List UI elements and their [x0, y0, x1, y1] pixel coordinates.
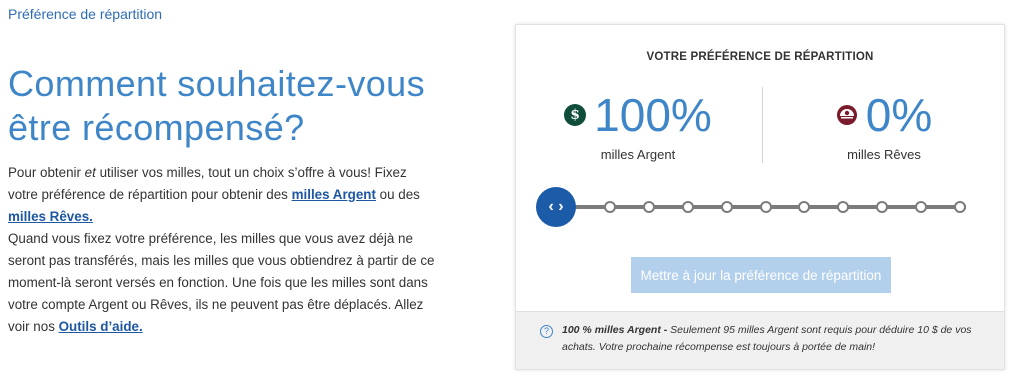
reves-column: 0% milles Rêves — [762, 87, 1006, 162]
allocation-slider[interactable]: ‹ › — [536, 187, 976, 227]
intro-paragraph-2: Quand vous fixez votre préférence, les m… — [8, 231, 435, 334]
page-title: Comment souhaitez-vous être récompensé? — [8, 63, 425, 148]
intro-text: Pour obtenir et utiliser vos milles, tou… — [8, 162, 438, 338]
dollar-coin-icon: $ — [564, 104, 587, 126]
slider-step-8[interactable] — [876, 201, 889, 213]
argent-column: $ 100% milles Argent — [516, 87, 760, 162]
link-outils-aide[interactable]: Outils d’aide. — [59, 319, 143, 334]
slider-step-6[interactable] — [798, 201, 811, 213]
slider-step-2[interactable] — [642, 201, 655, 213]
card-footer: ? 100 % milles Argent - Seulement 95 mil… — [516, 311, 1004, 369]
slider-step-3[interactable] — [681, 201, 694, 213]
link-milles-argent[interactable]: milles Argent — [292, 187, 376, 202]
help-circle-icon[interactable]: ? — [540, 325, 553, 338]
slider-handle[interactable]: ‹ › — [536, 187, 576, 227]
update-preference-button[interactable]: Mettre à jour la préférence de répartiti… — [631, 257, 891, 293]
argent-percent: 100% — [594, 89, 712, 141]
intro-emphasis: et — [84, 165, 96, 180]
breadcrumb[interactable]: Préférence de répartition — [8, 6, 162, 22]
preference-card: VOTRE PRÉFÉRENCE DE RÉPARTITION $ 100% m… — [515, 24, 1005, 370]
intro-paragraph-1: Pour obtenir et utiliser vos milles, tou… — [8, 165, 420, 224]
slider-step-7[interactable] — [837, 201, 850, 213]
argent-label: milles Argent — [600, 147, 676, 162]
footer-highlight: 100 % milles Argent - — [562, 324, 671, 336]
card-title: VOTRE PRÉFÉRENCE DE RÉPARTITION — [646, 51, 874, 63]
slider-step-4[interactable] — [720, 201, 733, 213]
slider-step-10[interactable] — [954, 201, 966, 213]
slider-step-9[interactable] — [915, 201, 928, 213]
reves-label: milles Rêves — [847, 147, 921, 162]
link-milles-reves[interactable]: milles Rêves. — [8, 209, 93, 224]
slider-step-1[interactable] — [604, 201, 616, 213]
dream-tree-icon — [836, 104, 858, 126]
reves-percent: 0% — [865, 89, 933, 141]
slider-step-5[interactable] — [759, 201, 772, 213]
